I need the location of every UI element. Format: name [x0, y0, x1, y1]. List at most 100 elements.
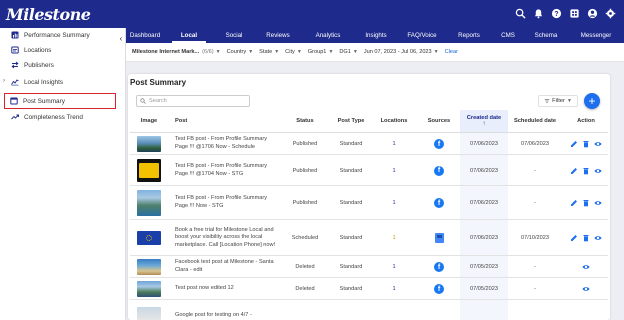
sidebar-item-completeness-trend[interactable]: Completeness Trend [0, 110, 126, 124]
date-range-select[interactable]: Jun 07, 2023 - Jul 06, 2023 ▼ [364, 49, 439, 55]
help-icon[interactable]: ? [550, 7, 562, 19]
group-select[interactable]: Group1 ▼ [308, 49, 334, 55]
locations-count[interactable]: 1 [376, 220, 412, 256]
account-select[interactable]: Milestone Internet Mark... (6/6) ▼ [132, 49, 221, 55]
post-text[interactable]: Test FB post - From Profile Summary Page… [175, 135, 275, 153]
table-row[interactable]: Test FB post - From Profile Summary Page… [130, 186, 608, 220]
post-text[interactable]: Facebook test post at Milestone - Santa … [175, 258, 275, 276]
facebook-icon: f [434, 198, 444, 208]
chevron-down-icon: ▼ [566, 98, 572, 104]
edit-pencil-icon[interactable] [570, 167, 578, 175]
scheduled-date-value: - [534, 264, 536, 270]
table-row[interactable]: Facebook test post at Milestone - Santa … [130, 256, 608, 278]
svg-text:?: ? [554, 10, 558, 17]
table-row[interactable]: Test FB post - From Profile Summary Page… [130, 133, 608, 155]
search-input[interactable]: Search [136, 95, 250, 107]
tab-faq-voice[interactable]: FAQ/Voice [398, 28, 446, 43]
tab-insights[interactable]: Insights [354, 28, 398, 43]
google-business-icon [434, 233, 444, 243]
chart-icon [10, 31, 20, 39]
delete-trash-icon[interactable] [582, 234, 590, 242]
view-eye-icon[interactable] [594, 234, 602, 242]
column-header-post[interactable]: Post [175, 110, 255, 132]
sidebar-item-local-insights[interactable]: Local Insights [0, 75, 126, 89]
tab-analytics[interactable]: Analytics [302, 28, 354, 43]
clear-filters-link[interactable]: Clear [445, 49, 458, 55]
locations-count[interactable]: 1 [376, 256, 412, 278]
insights-icon [10, 78, 20, 86]
chevron-down-icon: ▼ [215, 49, 221, 55]
edit-pencil-icon[interactable] [570, 140, 578, 148]
locations-count[interactable]: 1 [376, 133, 412, 155]
chevron-down-icon: ▼ [296, 49, 302, 55]
post-type-value: Standard [339, 264, 363, 270]
sidebar-item-publishers[interactable]: Publishers [0, 58, 126, 72]
post-text[interactable]: Test FB post - From Profile Summary Page… [175, 162, 275, 180]
tab-social[interactable]: Social [214, 28, 254, 43]
table-row[interactable]: Google post for testing on 4/7 - [130, 300, 608, 320]
column-header-created-date[interactable]: Created date ↑ [460, 110, 508, 132]
edit-pencil-icon[interactable] [570, 234, 578, 242]
apps-grid-icon[interactable] [568, 7, 580, 19]
column-header-locations[interactable]: Locations [376, 110, 412, 132]
tab-local[interactable]: Local [164, 28, 214, 43]
table-row[interactable]: Book a free trial for Milestone Local an… [130, 220, 608, 256]
column-header-scheduled-date[interactable]: Scheduled date [508, 110, 562, 132]
post-thumbnail-image [137, 307, 161, 320]
account-icon[interactable] [586, 7, 598, 19]
sidebar-item-locations[interactable]: Locations [0, 43, 126, 57]
view-eye-icon[interactable] [594, 140, 602, 148]
scheduled-date-value: - [534, 286, 536, 292]
tab-reviews[interactable]: Reviews [254, 28, 302, 43]
view-eye-icon[interactable] [582, 285, 590, 293]
status-value: Published [292, 200, 318, 206]
dg-select-value: DG1 [339, 49, 351, 55]
post-text[interactable]: Google post for testing on 4/7 - [175, 312, 275, 320]
tab-schema[interactable]: Schema [524, 28, 568, 43]
country-select[interactable]: Country ▼ [227, 49, 254, 55]
delete-trash-icon[interactable] [582, 199, 590, 207]
tab-cms[interactable]: CMS [492, 28, 524, 43]
state-select[interactable]: State ▼ [259, 49, 279, 55]
dg-select[interactable]: DG1 ▼ [339, 49, 357, 55]
bell-icon[interactable] [532, 7, 544, 19]
add-post-button[interactable]: + [584, 93, 600, 109]
tab-messenger[interactable]: Messenger [568, 28, 624, 43]
edit-pencil-icon[interactable] [570, 199, 578, 207]
delete-trash-icon[interactable] [582, 140, 590, 148]
locations-count[interactable]: 1 [376, 155, 412, 186]
facebook-icon: f [434, 284, 444, 294]
sidebar-item-label: Completeness Trend [24, 113, 83, 121]
settings-gear-icon[interactable] [604, 7, 616, 19]
post-text[interactable]: Test post now edited 12 [175, 280, 275, 298]
post-text[interactable]: Book a free trial for Milestone Local an… [175, 222, 279, 254]
table-row[interactable]: Test FB post - From Profile Summary Page… [130, 155, 608, 186]
tab-reports[interactable]: Reports [446, 28, 492, 43]
table-row[interactable]: Test post now edited 12 Deleted Standard… [130, 278, 608, 300]
column-header-post-type[interactable]: Post Type [330, 110, 372, 132]
sidebar-item-post-summary[interactable]: Post Summary [4, 93, 116, 109]
column-header-status[interactable]: Status [284, 110, 326, 132]
source-facebook: f [420, 186, 458, 220]
post-thumbnail-image [137, 281, 161, 297]
account-count: (6/6) [202, 49, 214, 55]
view-eye-icon[interactable] [594, 199, 602, 207]
view-eye-icon[interactable] [582, 263, 590, 271]
tab-dashboard[interactable]: Dashboard [126, 28, 164, 43]
city-select[interactable]: City ▼ [285, 49, 302, 55]
search-icon[interactable] [514, 7, 526, 19]
filter-button[interactable]: Filter ▼ [538, 95, 578, 107]
post-text[interactable]: Test FB post - From Profile Summary Page… [175, 194, 275, 212]
post-thumbnail-image [137, 231, 161, 245]
column-header-sources[interactable]: Sources [420, 110, 458, 132]
locations-count[interactable]: 1 [376, 278, 412, 300]
milestone-logo[interactable]: Milestone [6, 5, 91, 24]
view-eye-icon[interactable] [594, 167, 602, 175]
locations-count[interactable]: 1 [376, 186, 412, 220]
row-actions [566, 155, 606, 186]
status-value: Deleted [295, 286, 315, 292]
delete-trash-icon[interactable] [582, 167, 590, 175]
sidebar-item-performance-summary[interactable]: Performance Summary [0, 28, 126, 42]
column-header-image[interactable]: Image [130, 110, 168, 132]
created-date-value: 07/06/2023 [470, 200, 498, 206]
